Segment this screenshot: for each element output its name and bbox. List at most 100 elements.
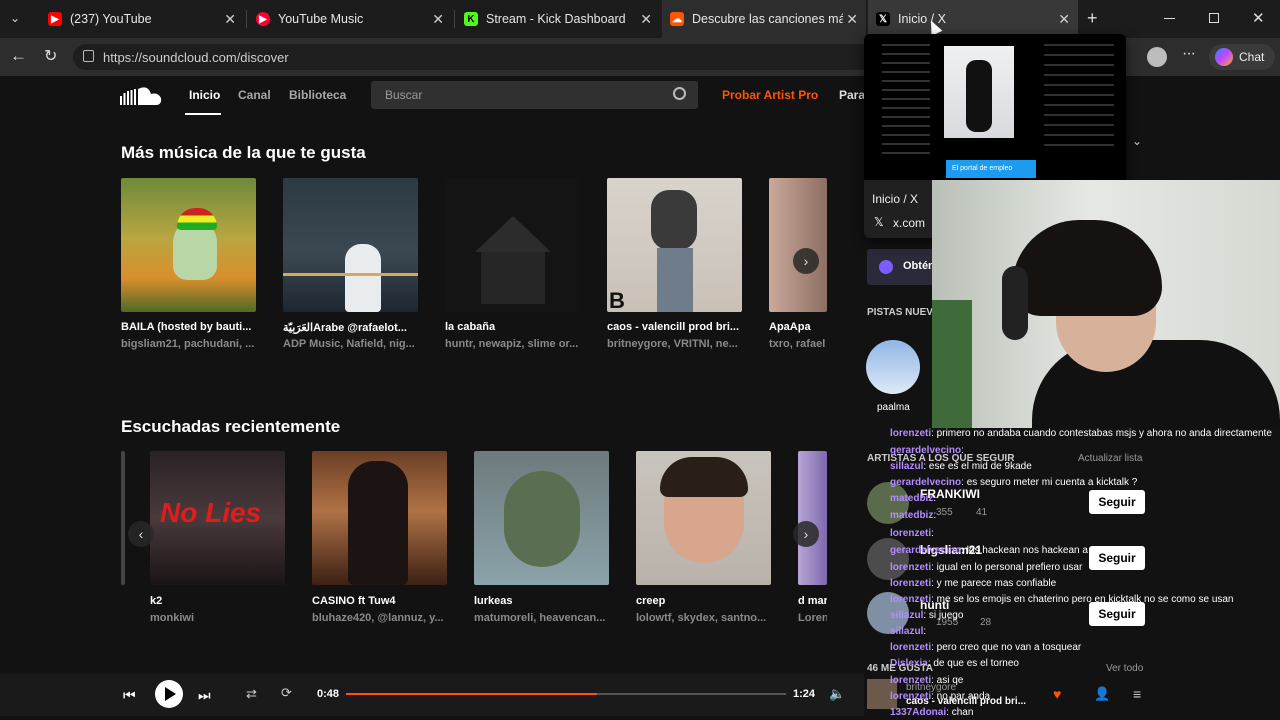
card-title[interactable]: BAILA (hosted by bauti...: [121, 321, 256, 333]
new-track-artist[interactable]: paalma: [877, 402, 910, 413]
chat-username[interactable]: lorenzeti: [890, 578, 931, 589]
for-artists-link[interactable]: Para: [839, 88, 865, 102]
playlist-art[interactable]: [445, 178, 580, 312]
track-art[interactable]: [798, 451, 827, 585]
reload-icon[interactable]: ↻: [44, 46, 57, 66]
maximize-icon[interactable]: [1209, 13, 1219, 23]
close-icon[interactable]: ✕: [843, 11, 858, 28]
back-icon[interactable]: ←: [10, 46, 27, 66]
collapse-chevron-icon[interactable]: ⌄: [1132, 134, 1142, 148]
next-arrow-icon[interactable]: ›: [793, 521, 819, 547]
new-track-art[interactable]: [866, 340, 920, 394]
card-title[interactable]: k2: [150, 595, 285, 607]
card-title[interactable]: lurkeas: [474, 595, 609, 607]
card-title[interactable]: ApaApa: [769, 321, 827, 333]
view-all-link[interactable]: Ver todo: [1106, 663, 1143, 674]
card-subtitle[interactable]: ADP Music, Nafield, nig...: [283, 338, 418, 350]
card-title[interactable]: d mar: [798, 595, 827, 607]
card-subtitle[interactable]: bigsliam21, pachudani, ...: [121, 338, 256, 350]
play-button[interactable]: [155, 680, 183, 708]
track-art[interactable]: [312, 451, 447, 585]
tab-youtube[interactable]: ▶ (237) YouTube ✕: [40, 0, 244, 38]
chat-username[interactable]: lorenzeti: [890, 675, 931, 686]
chat-username[interactable]: lorenzeti: [890, 562, 931, 573]
previous-icon[interactable]: ⏮: [123, 687, 136, 704]
card-subtitle[interactable]: huntr, newapiz, slime or...: [445, 338, 580, 350]
track-art[interactable]: [636, 451, 771, 585]
repeat-icon[interactable]: ⟳: [281, 685, 292, 701]
tab-soundcloud[interactable]: ☁ Descubre las canciones más es ✕: [662, 0, 866, 38]
follow-button[interactable]: Seguir: [1089, 546, 1145, 570]
volume-icon[interactable]: 🔈: [829, 686, 845, 702]
chat-username[interactable]: gerardelvecino: [890, 477, 961, 488]
close-icon[interactable]: ✕: [432, 11, 444, 28]
chat-username[interactable]: lorenzeti: [890, 594, 931, 605]
card-subtitle[interactable]: Loren: [798, 612, 827, 624]
shuffle-icon[interactable]: ⇄: [246, 686, 257, 702]
account-avatar-icon[interactable]: [1147, 47, 1167, 67]
chat-username[interactable]: lorenzeti: [890, 428, 931, 439]
nav-feed[interactable]: Canal: [238, 88, 271, 102]
playlist-art[interactable]: [769, 178, 827, 312]
try-artist-pro-link[interactable]: Probar Artist Pro: [722, 88, 818, 102]
queue-icon[interactable]: ≡: [1133, 686, 1141, 702]
more-menu-icon[interactable]: ···: [1182, 45, 1196, 63]
follow-user-icon[interactable]: 👤: [1094, 686, 1110, 702]
card-title[interactable]: caos - valencill prod bri...: [607, 321, 742, 333]
chat-username[interactable]: lorenzeti: [890, 691, 931, 702]
close-window-icon[interactable]: ✕: [1252, 9, 1265, 27]
close-icon[interactable]: ✕: [224, 11, 236, 28]
refresh-list-link[interactable]: Actualizar lista: [1078, 453, 1142, 464]
search-input[interactable]: Buscar: [371, 81, 698, 109]
chat-username[interactable]: 1337Adonai: [890, 707, 946, 718]
tab-youtube-music[interactable]: ▶ YouTube Music ✕: [248, 0, 452, 38]
playlist-art[interactable]: [283, 178, 418, 312]
card-subtitle[interactable]: txro, rafael: [769, 338, 827, 350]
chat-username[interactable]: gerardelvecino: [890, 445, 961, 456]
soundcloud-logo-icon[interactable]: [120, 86, 164, 106]
get-go-banner[interactable]: Obtén: [867, 249, 937, 285]
nav-home[interactable]: Inicio: [189, 88, 220, 102]
track-art[interactable]: [474, 451, 609, 585]
next-arrow-icon[interactable]: ›: [793, 248, 819, 274]
chat-username[interactable]: matedbiz: [890, 493, 933, 504]
progress-track[interactable]: [346, 693, 786, 695]
chat-username[interactable]: sillazul: [890, 626, 923, 637]
chat-username[interactable]: matedbiz: [890, 510, 933, 521]
card-subtitle[interactable]: britneygore, VRITNI, ne...: [607, 338, 742, 350]
like-heart-icon[interactable]: ♥: [1053, 686, 1061, 702]
card-subtitle[interactable]: matumoreli, heavencan...: [474, 612, 609, 624]
card-title[interactable]: creep: [636, 595, 771, 607]
card-subtitle[interactable]: bluhaze420, @lannuz, y...: [312, 612, 447, 624]
card-title[interactable]: CASINO ft Tuw4: [312, 595, 447, 607]
close-icon[interactable]: ✕: [640, 11, 652, 28]
next-icon[interactable]: ⏭: [198, 687, 211, 704]
site-info-icon[interactable]: [83, 50, 94, 62]
tab-kick[interactable]: K Stream - Kick Dashboard ✕: [456, 0, 660, 38]
card-title[interactable]: العَرَبِيّةArabe @rafaelot...: [283, 321, 418, 334]
chat-username[interactable]: gerardelvecino: [890, 545, 961, 556]
follow-button[interactable]: Seguir: [1089, 490, 1145, 514]
playlist-art[interactable]: B: [607, 178, 742, 312]
tab-x[interactable]: 𝕏 Inicio / X ✕: [868, 0, 1078, 38]
card-subtitle[interactable]: lolowtf, skydex, santno...: [636, 612, 771, 624]
new-tab-icon[interactable]: +: [1087, 8, 1098, 29]
chat-username[interactable]: sillazul: [890, 610, 923, 621]
card-subtitle[interactable]: monkiwi: [150, 612, 285, 624]
chat-username[interactable]: lorenzeti: [890, 642, 931, 653]
chat-username[interactable]: lorenzeti: [890, 528, 931, 539]
track-art[interactable]: [121, 451, 125, 585]
chat-username[interactable]: sillazul: [890, 461, 923, 472]
track-art[interactable]: No Lies: [150, 451, 285, 585]
chat-username[interactable]: Dislexia: [890, 658, 928, 669]
nav-library[interactable]: Biblioteca: [289, 88, 346, 102]
playlist-art[interactable]: [121, 178, 256, 312]
search-icon[interactable]: [673, 87, 686, 100]
close-icon[interactable]: ✕: [1058, 11, 1070, 28]
follow-button[interactable]: Seguir: [1089, 602, 1145, 626]
prev-arrow-icon[interactable]: ‹: [128, 521, 154, 547]
card-title[interactable]: la cabaña: [445, 321, 580, 333]
minimize-icon[interactable]: [1164, 18, 1175, 19]
copilot-chat-button[interactable]: Chat: [1209, 44, 1275, 70]
tab-search-icon[interactable]: ⌄: [10, 11, 28, 27]
